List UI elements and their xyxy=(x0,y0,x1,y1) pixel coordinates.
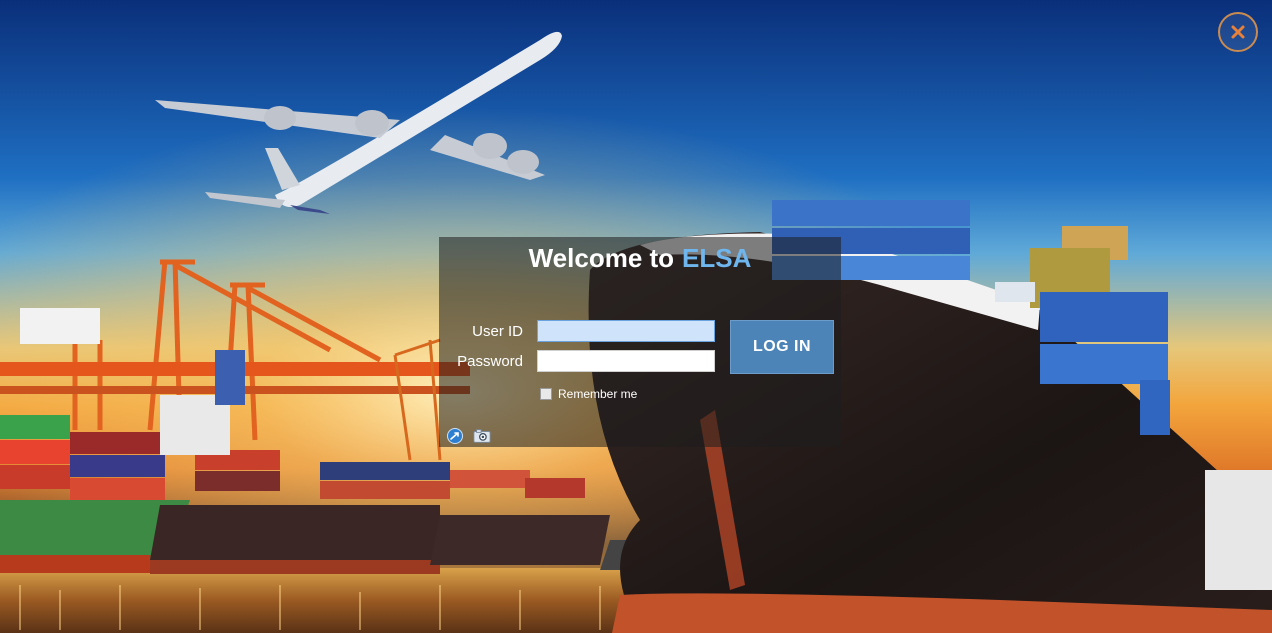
remember-me-checkbox[interactable] xyxy=(540,388,552,400)
password-input[interactable] xyxy=(537,350,715,372)
user-id-label: User ID xyxy=(472,323,523,340)
camera-button[interactable] xyxy=(473,428,491,444)
login-panel: Welcome to ELSA User ID Password LOG IN R… xyxy=(439,237,841,447)
close-button[interactable] xyxy=(1218,12,1258,52)
login-screen: Welcome to ELSA User ID Password LOG IN R… xyxy=(0,0,1272,633)
remember-me[interactable]: Remember me xyxy=(540,387,637,401)
password-label: Password xyxy=(457,353,523,370)
remote-help-icon xyxy=(447,428,463,444)
remember-me-label: Remember me xyxy=(558,387,638,401)
welcome-title: Welcome to ELSA xyxy=(439,243,841,274)
login-button[interactable]: LOG IN xyxy=(730,320,834,374)
camera-icon xyxy=(473,429,491,443)
remote-help-button[interactable] xyxy=(446,428,464,444)
user-id-input[interactable] xyxy=(537,320,715,342)
brand-name: ELSA xyxy=(682,243,752,273)
close-icon xyxy=(1231,25,1245,39)
welcome-prefix: Welcome to xyxy=(528,243,675,273)
